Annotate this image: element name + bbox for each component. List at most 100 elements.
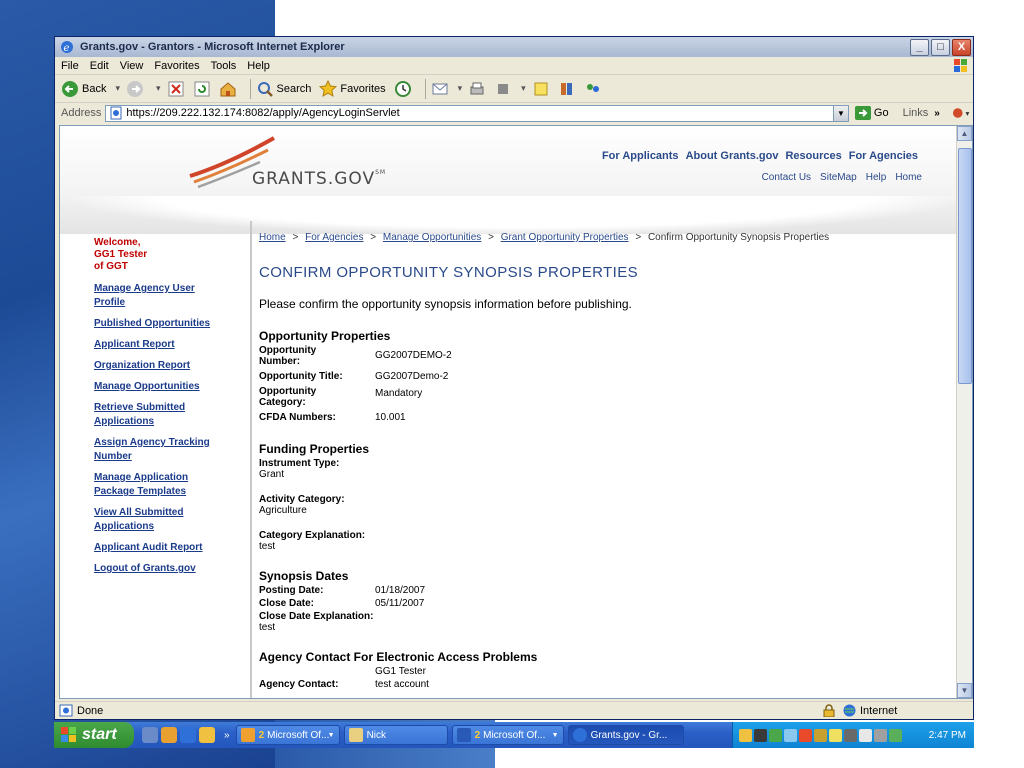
task-microsoft-office-1[interactable]: 2 Microsoft Of... ▼ [235, 725, 340, 745]
nav-contact-us[interactable]: Contact Us [762, 172, 811, 183]
forward-button[interactable] [126, 80, 147, 98]
links-button[interactable]: Links [903, 107, 929, 119]
site-logo[interactable]: GRANTS.GOVSM [252, 169, 386, 189]
print-icon[interactable] [468, 80, 486, 98]
quick-launch-more[interactable]: » [224, 730, 230, 741]
menu-edit[interactable]: Edit [90, 60, 109, 72]
history-icon[interactable] [394, 80, 412, 98]
opportunity-number-label: Opportunity Number: [259, 345, 375, 367]
opportunity-category-row: Opportunity Category: Mandatory [259, 386, 949, 408]
sidebar-item-view-all-submitted-applications[interactable]: View All Submitted Applications [94, 506, 244, 534]
nav-home[interactable]: Home [895, 172, 922, 183]
breadcrumb-for-agencies[interactable]: For Agencies [305, 232, 363, 243]
tray-icon[interactable] [769, 728, 782, 742]
sidebar-divider [250, 221, 252, 698]
tray-icon[interactable] [889, 728, 902, 742]
breadcrumb-current: Confirm Opportunity Synopsis Properties [647, 232, 830, 243]
notes-icon[interactable] [532, 80, 550, 98]
title-bar[interactable]: e Grants.gov - Grantors - Microsoft Inte… [55, 37, 973, 57]
task-nick[interactable]: Nick [343, 725, 448, 745]
tray-icon[interactable] [814, 728, 827, 742]
tray-icon[interactable] [859, 728, 872, 742]
edit-dropdown-icon[interactable]: ▾ [521, 83, 526, 94]
instrument-type-value: Grant [259, 469, 285, 480]
edit-icon[interactable] [494, 80, 512, 98]
sidebar-item-published-opportunities[interactable]: Published Opportunities [94, 317, 244, 331]
refresh-icon[interactable] [193, 80, 211, 98]
tray-icon[interactable] [799, 728, 812, 742]
outlook-icon[interactable] [199, 727, 215, 743]
tray-icon[interactable] [874, 728, 887, 742]
show-desktop-icon[interactable] [142, 727, 158, 743]
nav-for-applicants[interactable]: For Applicants [602, 150, 679, 162]
scroll-down-icon[interactable]: ▼ [957, 683, 972, 698]
window-title: Grants.gov - Grantors - Microsoft Intern… [80, 41, 345, 53]
maximize-button[interactable]: □ [931, 38, 950, 56]
scrollbar-thumb[interactable] [958, 148, 972, 384]
favorites-button[interactable]: Favorites [319, 79, 386, 98]
header-curve [60, 196, 972, 236]
sidebar-item-retrieve-submitted-applications[interactable]: Retrieve Submitted Applications [94, 401, 244, 429]
nav-about[interactable]: About Grants.gov [686, 150, 779, 162]
agency-contact-row: Agency Contact: test account [259, 679, 949, 690]
research-icon[interactable] [558, 80, 576, 98]
synopsis-dates-heading: Synopsis Dates [259, 569, 349, 583]
menu-view[interactable]: View [120, 60, 144, 72]
sidebar-item-applicant-report[interactable]: Applicant Report [94, 338, 244, 352]
sidebar-item-manage-opportunities[interactable]: Manage Opportunities [94, 380, 244, 394]
close-button[interactable]: X [952, 38, 971, 56]
start-button[interactable]: start [54, 722, 134, 748]
sidebar-item-manage-application-package-templates[interactable]: Manage Application Package Templates [94, 471, 244, 499]
sidebar-item-organization-report[interactable]: Organization Report [94, 359, 244, 373]
search-button[interactable]: Search [256, 80, 311, 98]
back-dropdown-icon[interactable]: ▾ [115, 83, 120, 94]
messenger-icon[interactable] [584, 80, 602, 98]
go-button[interactable]: Go [854, 106, 889, 120]
task-grants-gov[interactable]: Grants.gov - Gr... [567, 725, 684, 745]
back-button[interactable]: Back [61, 80, 106, 98]
sidebar-item-manage-agency-user-profile[interactable]: Manage Agency User Profile [94, 282, 244, 310]
ie-quicklaunch-icon[interactable] [180, 727, 196, 743]
nav-sitemap[interactable]: SiteMap [820, 172, 857, 183]
tools-icon[interactable]: ▾ [952, 106, 973, 120]
breadcrumb-separator: > [370, 232, 377, 243]
menu-file[interactable]: File [61, 60, 79, 72]
breadcrumb-home[interactable]: Home [259, 232, 286, 243]
cfda-numbers-label: CFDA Numbers: [259, 412, 336, 423]
tray-icon[interactable] [784, 728, 797, 742]
media-player-icon[interactable] [161, 727, 177, 743]
lock-icon[interactable] [823, 704, 835, 717]
tray-icon[interactable] [844, 728, 857, 742]
tray-icon[interactable] [754, 728, 767, 742]
home-icon[interactable] [219, 80, 237, 98]
vertical-scrollbar[interactable]: ▲ ▼ [956, 126, 972, 698]
address-dropdown-icon[interactable]: ▼ [832, 105, 848, 121]
nav-resources[interactable]: Resources [785, 150, 841, 162]
breadcrumb-grant-opportunity-properties[interactable]: Grant Opportunity Properties [501, 232, 629, 243]
scroll-up-icon[interactable]: ▲ [957, 126, 972, 141]
tray-icon[interactable] [829, 728, 842, 742]
minimize-button[interactable]: _ [910, 38, 929, 56]
sidebar-item-assign-agency-tracking-number[interactable]: Assign Agency Tracking Number [94, 436, 244, 464]
agency-contact-name: GG1 Tester [375, 666, 426, 677]
agency-contact-value: test account [375, 679, 429, 690]
task-microsoft-office-2[interactable]: 2 Microsoft Of... ▼ [451, 725, 564, 745]
links-more-button[interactable]: » [934, 108, 940, 119]
sidebar-item-logout[interactable]: Logout of Grants.gov [94, 562, 244, 576]
tray-icon[interactable] [739, 728, 752, 742]
address-input[interactable]: https://209.222.132.174:8082/apply/Agenc… [105, 104, 849, 122]
sidebar-item-applicant-audit-report[interactable]: Applicant Audit Report [94, 541, 244, 555]
menu-tools[interactable]: Tools [211, 60, 237, 72]
nav-help[interactable]: Help [866, 172, 887, 183]
stop-icon[interactable] [167, 80, 185, 98]
mail-icon[interactable] [431, 80, 449, 98]
menu-help[interactable]: Help [247, 60, 270, 72]
breadcrumb-manage-opportunities[interactable]: Manage Opportunities [383, 232, 481, 243]
address-url: https://209.222.132.174:8082/apply/Agenc… [126, 107, 400, 119]
menu-favorites[interactable]: Favorites [154, 60, 199, 72]
mail-dropdown-icon[interactable]: ▾ [458, 83, 463, 94]
back-label: Back [82, 82, 107, 95]
forward-dropdown-icon[interactable]: ▾ [156, 83, 161, 94]
clock[interactable]: 2:47 PM [929, 730, 966, 741]
nav-for-agencies[interactable]: For Agencies [849, 150, 918, 162]
